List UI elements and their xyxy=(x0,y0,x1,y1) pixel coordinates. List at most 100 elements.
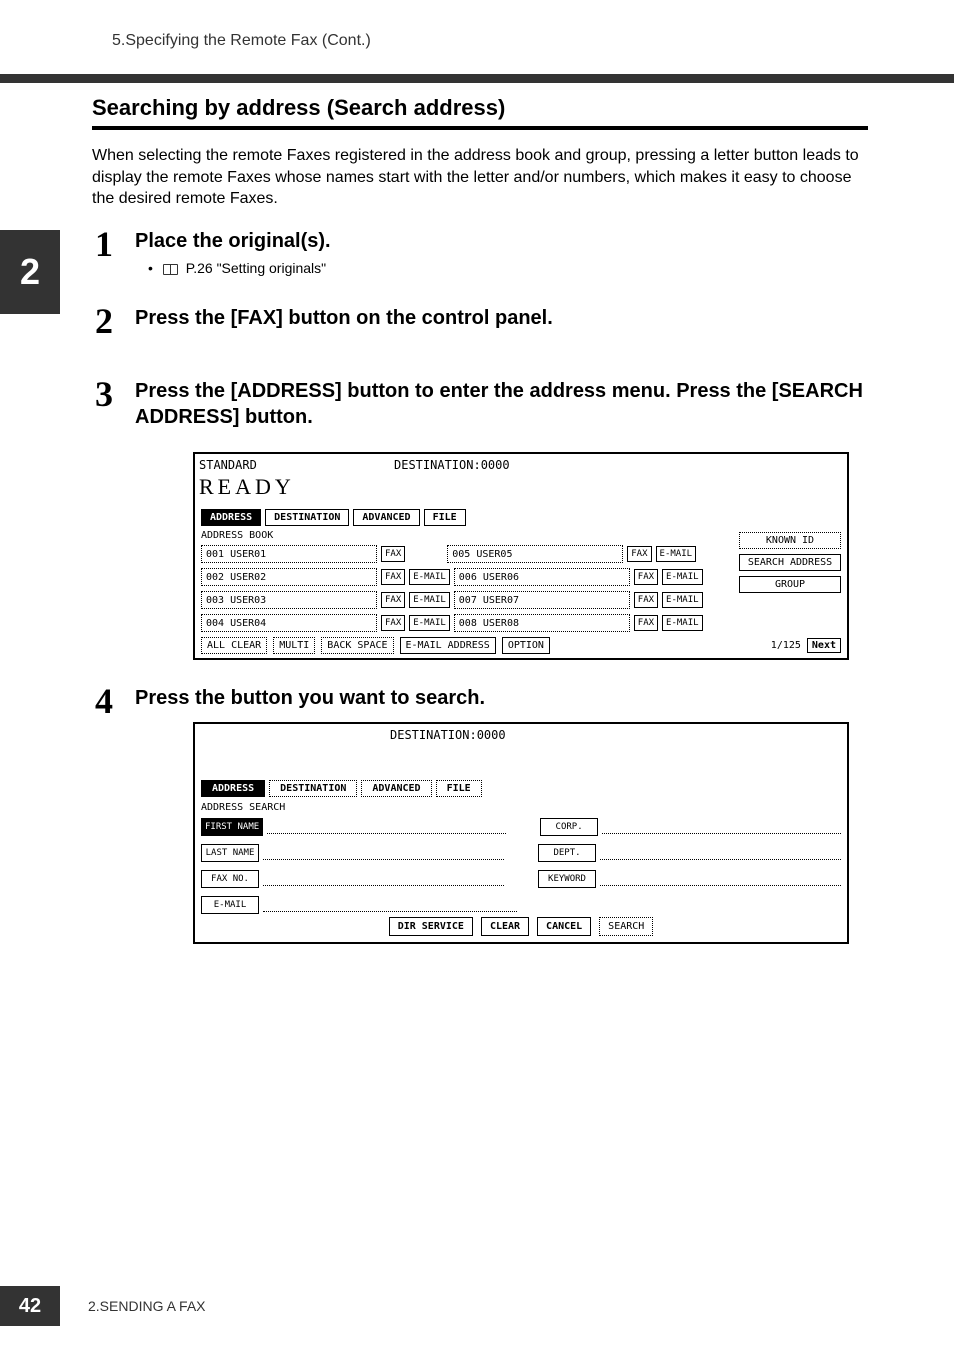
search-button[interactable]: SEARCH xyxy=(599,917,653,936)
dept-button[interactable]: DEPT. xyxy=(538,844,596,862)
step-1-reference-text: P.26 "Setting originals" xyxy=(186,260,326,276)
email-badge[interactable]: E-MAIL xyxy=(409,592,450,608)
side-buttons: KNOWN ID SEARCH ADDRESS GROUP xyxy=(739,532,841,598)
clear-button[interactable]: CLEAR xyxy=(481,917,529,936)
pager-label: 1/125 xyxy=(771,640,801,651)
step-3: 3 Press the [ADDRESS] button to enter th… xyxy=(100,378,868,430)
option-button[interactable]: OPTION xyxy=(502,637,550,654)
search-address-button[interactable]: SEARCH ADDRESS xyxy=(739,554,841,571)
top-tabs: ADDRESS DESTINATION ADVANCED FILE xyxy=(201,780,482,797)
cancel-button[interactable]: CANCEL xyxy=(537,917,591,936)
address-search-label: ADDRESS SEARCH xyxy=(201,802,285,813)
list-item[interactable]: 002 USER02 xyxy=(201,568,377,586)
list-item[interactable]: 004 USER04 xyxy=(201,614,377,632)
screenshot-address-search: DESTINATION:0000 ADDRESS DESTINATION ADV… xyxy=(193,722,849,944)
search-row: FIRST NAME CORP. xyxy=(201,816,841,838)
destination-count: DESTINATION:0000 xyxy=(390,728,506,742)
tab-advanced[interactable]: ADVANCED xyxy=(361,780,431,797)
book-icon xyxy=(163,264,178,275)
next-button[interactable]: Next xyxy=(807,638,841,653)
fax-badge[interactable]: FAX xyxy=(381,615,405,631)
email-badge[interactable]: E-MAIL xyxy=(662,569,703,585)
list-item[interactable]: 007 USER07 xyxy=(454,591,630,609)
last-name-button[interactable]: LAST NAME xyxy=(201,844,259,862)
fax-badge[interactable]: FAX xyxy=(381,569,405,585)
fax-no-button[interactable]: FAX NO. xyxy=(201,870,259,888)
fax-no-field[interactable] xyxy=(263,872,504,886)
fax-badge[interactable]: FAX xyxy=(634,615,658,631)
fax-badge[interactable]: FAX xyxy=(634,569,658,585)
bottom-bar: ALL CLEAR MULTI BACK SPACE E-MAIL ADDRES… xyxy=(201,637,841,654)
header-rule xyxy=(0,74,954,83)
list-item[interactable]: 001 USER01 xyxy=(201,545,377,563)
section-rule xyxy=(92,126,868,130)
last-name-field[interactable] xyxy=(263,846,504,860)
address-book-label: ADDRESS BOOK xyxy=(201,530,273,541)
chapter-side-tab: 2 xyxy=(0,230,60,314)
keyword-field[interactable] xyxy=(600,872,841,886)
section-heading: Searching by address (Search address) xyxy=(92,95,505,121)
search-grid: FIRST NAME CORP. LAST NAME DEPT. FAX NO.… xyxy=(201,816,841,920)
email-badge[interactable]: E-MAIL xyxy=(409,569,450,585)
all-clear-button[interactable]: ALL CLEAR xyxy=(201,637,267,654)
dept-field[interactable] xyxy=(600,846,841,860)
corp-button[interactable]: CORP. xyxy=(540,818,598,836)
tab-destination[interactable]: DESTINATION xyxy=(269,780,357,797)
list-item[interactable]: 005 USER05 xyxy=(447,545,623,563)
list-item[interactable]: 008 USER08 xyxy=(454,614,630,632)
list-item[interactable]: 006 USER06 xyxy=(454,568,630,586)
bottom-bar: DIR SERVICE CLEAR CANCEL SEARCH xyxy=(201,917,841,936)
keyword-button[interactable]: KEYWORD xyxy=(538,870,596,888)
table-row: 004 USER04 FAX E-MAIL 008 USER08 FAX E-M… xyxy=(201,613,731,633)
tab-file[interactable]: FILE xyxy=(424,509,466,526)
fax-badge[interactable]: FAX xyxy=(381,592,405,608)
dir-service-button[interactable]: DIR SERVICE xyxy=(389,917,473,936)
status-area: STANDARD DESTINATION:0000 READY xyxy=(199,458,843,500)
search-row: E-MAIL xyxy=(201,894,841,916)
step-number: 2 xyxy=(95,300,113,342)
table-row: 002 USER02 FAX E-MAIL 006 USER06 FAX E-M… xyxy=(201,567,731,587)
screenshot-address-book: STANDARD DESTINATION:0000 READY ADDRESS … xyxy=(193,452,849,660)
corp-field[interactable] xyxy=(602,820,841,834)
email-badge[interactable]: E-MAIL xyxy=(662,592,703,608)
breadcrumb: 5.Specifying the Remote Fax (Cont.) xyxy=(112,32,371,50)
first-name-field[interactable] xyxy=(267,820,506,834)
email-address-button[interactable]: E-MAIL ADDRESS xyxy=(400,637,496,654)
step-2: 2 Press the [FAX] button on the control … xyxy=(100,305,868,331)
fax-badge[interactable]: FAX xyxy=(381,546,405,562)
destination-count: DESTINATION:0000 xyxy=(394,458,510,472)
email-badge[interactable]: E-MAIL xyxy=(656,546,697,562)
search-row: LAST NAME DEPT. xyxy=(201,842,841,864)
ready-label: READY xyxy=(199,474,843,500)
backspace-button[interactable]: BACK SPACE xyxy=(321,637,393,654)
multi-button[interactable]: MULTI xyxy=(273,637,315,654)
page-number: 42 xyxy=(0,1286,60,1326)
footer: 42 2.SENDING A FAX xyxy=(0,1286,954,1326)
tab-file[interactable]: FILE xyxy=(436,780,482,797)
first-name-button[interactable]: FIRST NAME xyxy=(201,818,263,836)
tab-advanced[interactable]: ADVANCED xyxy=(353,509,419,526)
email-badge[interactable]: E-MAIL xyxy=(662,615,703,631)
email-badge[interactable]: E-MAIL xyxy=(409,615,450,631)
search-row: FAX NO. KEYWORD xyxy=(201,868,841,890)
step-number: 4 xyxy=(95,680,113,722)
step-1: 1 Place the original(s). • P.26 "Setting… xyxy=(100,228,868,276)
email-button[interactable]: E-MAIL xyxy=(201,896,259,914)
fax-badge[interactable]: FAX xyxy=(627,546,651,562)
step-title: Place the original(s). xyxy=(135,228,868,254)
step-number: 3 xyxy=(95,373,113,415)
bullet-icon: • xyxy=(148,260,153,276)
fax-badge[interactable]: FAX xyxy=(634,592,658,608)
tab-address[interactable]: ADDRESS xyxy=(201,509,261,526)
step-1-reference: • P.26 "Setting originals" xyxy=(148,260,868,276)
step-title: Press the button you want to search. xyxy=(135,685,868,711)
list-item[interactable]: 003 USER03 xyxy=(201,591,377,609)
top-tabs: ADDRESS DESTINATION ADVANCED FILE xyxy=(201,509,466,526)
footer-text: 2.SENDING A FAX xyxy=(88,1298,206,1314)
known-id-button[interactable]: KNOWN ID xyxy=(739,532,841,549)
tab-destination[interactable]: DESTINATION xyxy=(265,509,349,526)
group-button[interactable]: GROUP xyxy=(739,576,841,593)
intro-paragraph: When selecting the remote Faxes register… xyxy=(92,145,868,210)
email-field[interactable] xyxy=(263,898,517,912)
tab-address[interactable]: ADDRESS xyxy=(201,780,265,797)
